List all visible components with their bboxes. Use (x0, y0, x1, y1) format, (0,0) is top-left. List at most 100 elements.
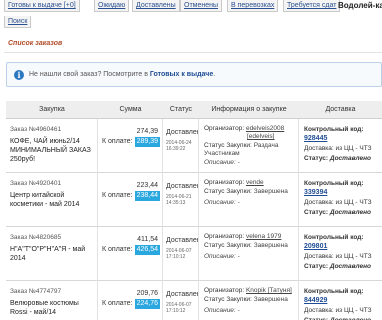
control-code[interactable]: 844929 (304, 297, 327, 304)
purchase-status-value: Завершена (253, 242, 288, 249)
purchase-status-extra-text: Участникам (204, 150, 240, 157)
organizer-nick[interactable]: [edelveis] (247, 133, 274, 140)
description-line: Описание: - (204, 253, 240, 260)
purchase-status-line: Статус Закупки: Завершена (204, 242, 288, 249)
order-total: 223,44 (136, 182, 158, 189)
status-cell: Доставлен 2014-06-07 17:10:12 (163, 281, 199, 320)
organizer-label: Организатор: (204, 233, 245, 240)
order-cell: Заказ №4920401 Центр китайской косметики … (6, 173, 98, 227)
order-total: 274,39 (136, 128, 158, 135)
to-pay-label: К оплате: (102, 192, 133, 199)
tab-need-submit[interactable]: Требуется сдат (283, 0, 341, 12)
delivery-line: Доставка: из ЦЦ - ЧТЗ (304, 307, 372, 314)
delivery-status-line: Статус: Доставлено (304, 155, 371, 162)
tab-cancelled[interactable]: Отменены (180, 0, 223, 12)
tab-ready[interactable]: Готовы к выдаче [+0] (4, 0, 80, 12)
organizer-link[interactable]: edelveis2008 (246, 125, 284, 132)
info-notice: i Не нашли свой заказ? Посмотрите в Гото… (6, 62, 382, 87)
column-header-purchase: Закупка (6, 101, 98, 119)
column-header-delivery: Доставка (299, 101, 382, 119)
order-number: Заказ №4960461 (10, 126, 62, 133)
delivery-label: Доставка: (304, 253, 334, 260)
organizer-link[interactable]: Knopik [Татуня] (246, 287, 292, 294)
description-text: Описание: - (204, 307, 240, 314)
order-cell: Заказ №4774797 Велюровые костюмы Rossi - … (6, 281, 98, 320)
delivery-label: Доставка: (304, 145, 334, 152)
purchase-status-label: Статус Закупки: (204, 242, 252, 249)
order-cell: Заказ №4820685 Н"А"Т"О"Р"Н"А"Я - май 2014 (6, 227, 98, 281)
description-text: Описание: - (204, 253, 240, 260)
organizer-nick-text[interactable]: [edelveis] (247, 133, 274, 140)
purchase-status-label: Статус Закупки: (204, 188, 252, 195)
control-code[interactable]: 339394 (304, 189, 327, 196)
order-name[interactable]: КОФЕ, ЧАЙ июнь2/14 МИНИМАЛЬНЫЙ ЗАКАЗ 250… (10, 137, 96, 164)
tab-in-transit[interactable]: В перевозках (227, 0, 279, 12)
description-line: Описание: - (204, 307, 240, 314)
delivery-route: из ЦЦ - ЧТЗ (335, 199, 372, 206)
table-row: Заказ №4774797 Велюровые костюмы Rossi - … (6, 281, 382, 320)
control-code-label: Контрольный код: (304, 180, 364, 187)
sum-cell: 223,44 К оплате: 238,44 (98, 173, 163, 227)
sum-cell: 209,76 К оплате: 224,76 (98, 281, 163, 320)
order-status: Доставлен (166, 183, 199, 190)
organizer-line: Организатор: Knopik [Татуня] (204, 287, 292, 294)
order-number: Заказ №4820685 (10, 234, 62, 241)
order-tabs: Готовы к выдаче [+0] Ожидаю Доставлены О… (0, 0, 382, 36)
purchase-status-line: Статус Закупки: Завершена (204, 188, 288, 195)
delivery-status-label: Статус: (304, 209, 329, 216)
control-code[interactable]: 209801 (304, 243, 327, 250)
table-row: Заказ №4960461 КОФЕ, ЧАЙ июнь2/14 МИНИМАЛ… (6, 119, 382, 173)
status-cell: Доставлен 2014-06-21 14:35:13 (163, 173, 199, 227)
delivery-line: Доставка: из ЦЦ - ЧТЗ (304, 199, 372, 206)
order-number: Заказ №4774797 (10, 288, 62, 295)
brand-name: Водолей-ка (338, 1, 382, 10)
to-pay-amount: 238,44 (134, 191, 160, 201)
order-total: 411,54 (137, 236, 158, 243)
column-header-info: Информация о закупке (199, 101, 299, 119)
info-cell: Организатор: velena 1979 Статус Закупки: … (199, 227, 299, 281)
order-name[interactable]: Велюровые костюмы Rossi - май/14 (10, 299, 96, 317)
delivery-route: из ЦЦ - ЧТЗ (335, 145, 372, 152)
order-status: Доставлен (166, 291, 199, 298)
title-divider (4, 52, 382, 53)
organizer-line: Организатор: edelveis2008 (204, 125, 284, 132)
tab-waiting[interactable]: Ожидаю (94, 0, 130, 12)
organizer-link[interactable]: vende (246, 179, 264, 186)
status-date-time: 17:10:12 (166, 254, 186, 260)
delivery-line: Доставка: из ЦЦ - ЧТЗ (304, 253, 372, 260)
to-pay-label: К оплате: (102, 246, 133, 253)
organizer-label: Организатор: (204, 125, 245, 132)
status-date-time: 17:10:12 (166, 308, 186, 314)
control-code[interactable]: 928445 (304, 135, 327, 142)
table-row: Заказ №4820685 Н"А"Т"О"Р"Н"А"Я - май 2014… (6, 227, 382, 281)
column-header-sum: Сумма (98, 101, 163, 119)
delivery-label: Доставка: (304, 199, 334, 206)
description-text: Описание: - (204, 199, 240, 206)
delivery-status-value: Доставлено (329, 155, 371, 162)
tab-delivered[interactable]: Доставлены (132, 0, 180, 12)
ready-orders-link[interactable]: Готовых к выдаче (150, 71, 213, 78)
organizer-link[interactable]: velena 1979 (246, 233, 281, 240)
delivery-cell: Контрольный код: 339394 Доставка: из ЦЦ - … (299, 173, 382, 227)
table-row: Заказ №4920401 Центр китайской косметики … (6, 173, 382, 227)
status-cell: Доставлен 2014-06-07 17:10:12 (163, 227, 199, 281)
page-title: Список заказов (8, 40, 63, 47)
purchase-status-extra: Участникам (204, 150, 240, 157)
tab-search[interactable]: Поиск (4, 16, 32, 28)
purchase-status-value: Раздача (253, 142, 279, 149)
order-name[interactable]: Н"А"Т"О"Р"Н"А"Я - май 2014 (10, 245, 96, 263)
delivery-status-label: Статус: (304, 155, 329, 162)
delivery-status-line: Статус: Доставлено (304, 209, 371, 216)
to-pay-label: К оплате: (102, 138, 133, 145)
organizer-label: Организатор: (204, 287, 245, 294)
info-cell: Организатор: Knopik [Татуня] Статус Закуп… (199, 281, 299, 320)
status-date: 2014-06-07 17:10:12 (166, 302, 192, 314)
purchase-status-value: Завершена (253, 296, 288, 303)
order-cell: Заказ №4960461 КОФЕ, ЧАЙ июнь2/14 МИНИМАЛ… (6, 119, 98, 173)
info-cell: Организатор: vende Статус Закупки: Заверш… (199, 173, 299, 227)
info-icon: i (14, 70, 24, 80)
purchase-status-label: Статус Закупки: (204, 296, 252, 303)
delivery-status-value: Доставлено (329, 263, 371, 270)
info-message: Не нашли свой заказ? Посмотрите в (29, 71, 148, 78)
order-name[interactable]: Центр китайской косметики - май 2014 (10, 191, 96, 209)
